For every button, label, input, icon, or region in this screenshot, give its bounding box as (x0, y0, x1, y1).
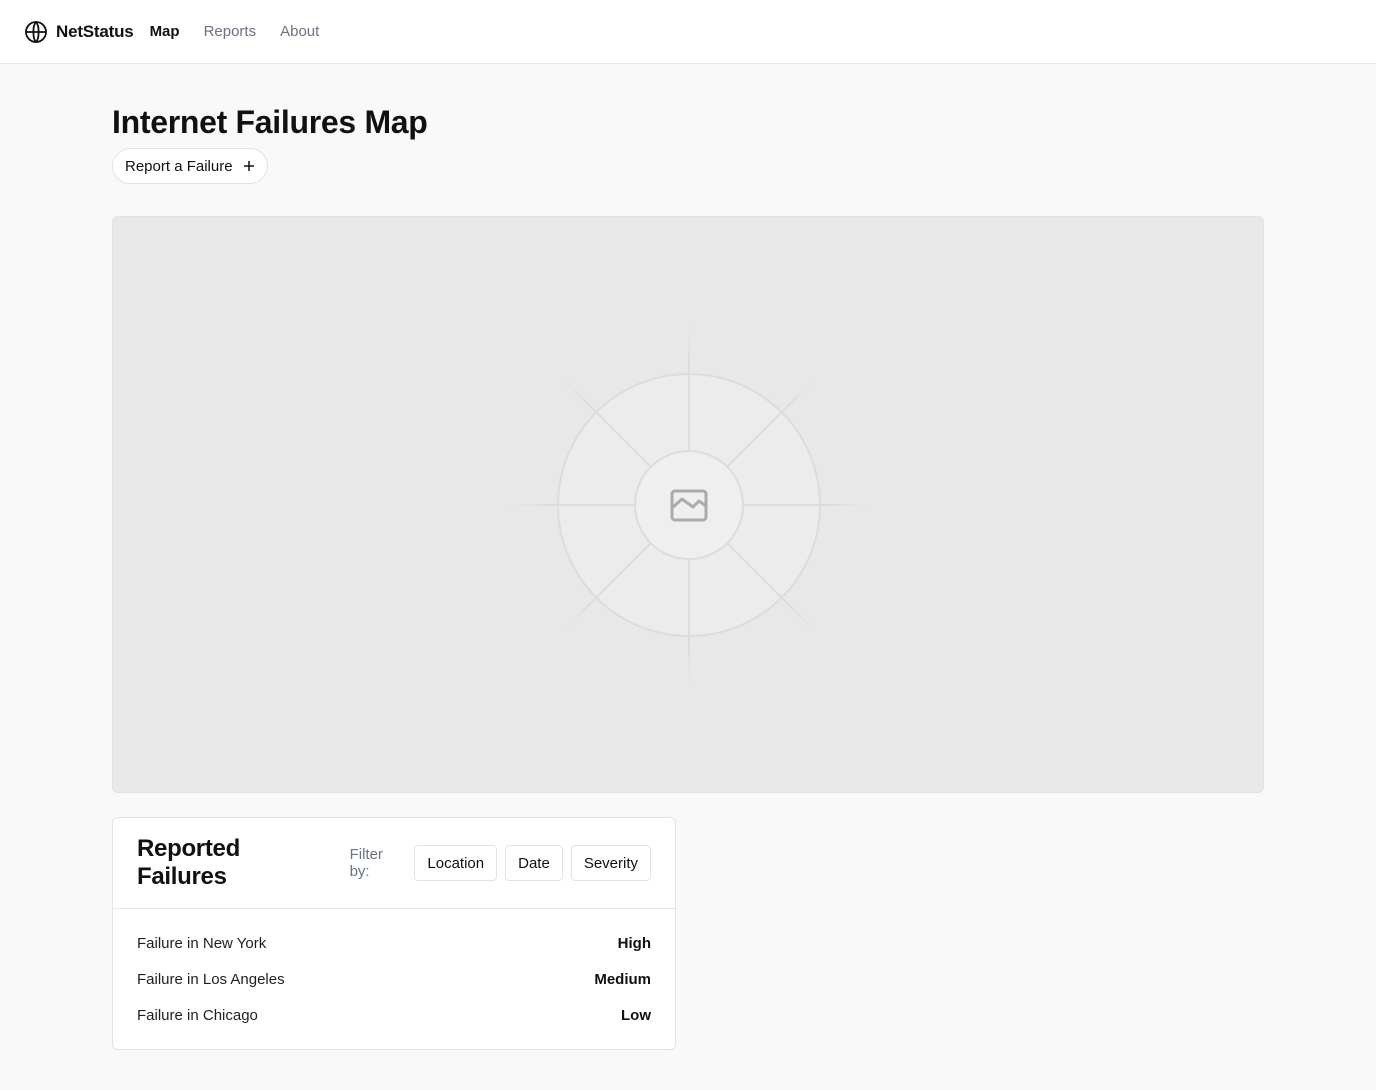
map-area[interactable] (112, 216, 1264, 793)
filter-severity-button[interactable]: Severity (570, 845, 651, 881)
report-failure-button[interactable]: Report a Failure (112, 148, 268, 184)
nav-reports[interactable]: Reports (204, 23, 257, 40)
report-failure-label: Report a Failure (125, 157, 233, 175)
failure-name: Failure in Los Angeles (137, 970, 285, 988)
main-nav: Map Reports About (150, 23, 344, 40)
failure-list: Failure in New York High Failure in Los … (113, 909, 675, 1033)
globe-icon (25, 20, 47, 43)
severity-label: High (617, 934, 651, 952)
list-item[interactable]: Failure in Los Angeles Medium (137, 961, 651, 997)
nav-map[interactable]: Map (150, 23, 180, 40)
top-navbar: NetStatus Map Reports About (0, 0, 1376, 64)
brand-link[interactable]: NetStatus (24, 20, 134, 44)
failure-name: Failure in New York (137, 934, 267, 952)
card-title: Reported Failures (137, 835, 240, 890)
page-title: Internet Failures Map (112, 104, 428, 140)
brand-name: NetStatus (56, 21, 134, 41)
filter-date-button[interactable]: Date (505, 845, 563, 881)
severity-label: Low (621, 1006, 651, 1024)
nav-about[interactable]: About (280, 23, 319, 40)
plus-icon (243, 161, 254, 171)
reported-failures-card: Reported Failures Filter by: Location Da… (112, 817, 676, 1050)
filter-label: Filter by: (349, 846, 383, 880)
list-item[interactable]: Failure in Chicago Low (137, 997, 651, 1033)
list-item[interactable]: Failure in New York High (137, 925, 651, 961)
severity-label: Medium (594, 970, 651, 988)
failure-name: Failure in Chicago (137, 1006, 258, 1024)
card-header: Reported Failures Filter by: Location Da… (113, 818, 675, 909)
filter-location-button[interactable]: Location (414, 845, 498, 881)
map-placeholder-graphic (508, 324, 870, 686)
